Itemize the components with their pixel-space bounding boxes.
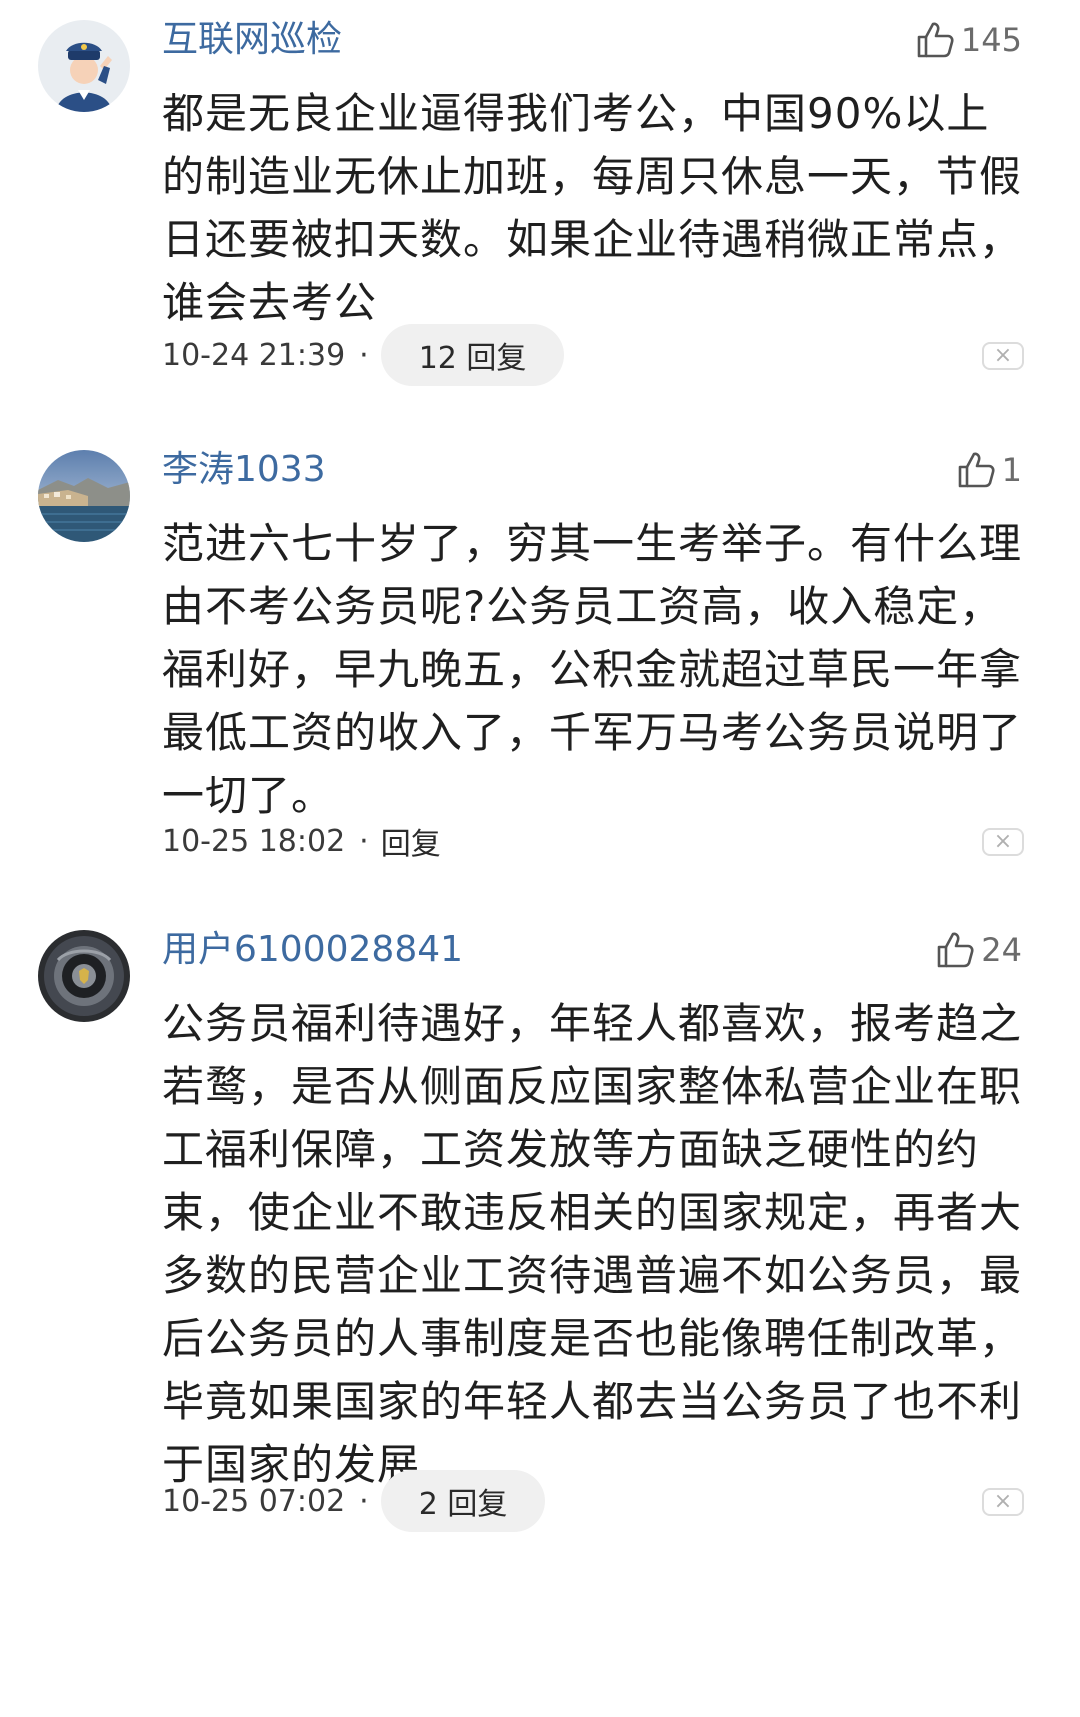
thumbs-up-icon — [937, 932, 974, 968]
timestamp: 10-25 07:02 — [162, 1483, 346, 1519]
comment-meta: 10-24 21:39 · 12 回复 — [162, 324, 565, 386]
close-icon[interactable]: × — [982, 1488, 1024, 1516]
coastal-landscape-avatar[interactable] — [38, 450, 130, 542]
timestamp: 10-25 18:02 — [162, 823, 346, 859]
like-button[interactable]: 1 — [956, 450, 1022, 490]
like-count: 1 — [1001, 451, 1022, 489]
comment-item: 李涛1033 1 范进六七十岁了，穷其一生考举子。有什么理由不考公务员呢?公务员… — [0, 430, 1080, 910]
username[interactable]: 用户6100028841 — [162, 932, 463, 968]
thumbs-up-icon — [958, 452, 995, 488]
comment-item: 互联网巡检 145 都是无良企业逼得我们考公，中国90%以上的制造业无休止加班，… — [0, 0, 1080, 430]
like-count: 24 — [981, 931, 1022, 969]
comment-feed: 互联网巡检 145 都是无良企业逼得我们考公，中国90%以上的制造业无休止加班，… — [0, 0, 1080, 1717]
separator-dot: · — [359, 337, 369, 373]
comment-item: 用户6100028841 24 公务员福利待遇好，年轻人都喜欢，报考趋之若鹜，是… — [0, 910, 1080, 1717]
separator-dot: · — [359, 1483, 369, 1519]
username[interactable]: 李涛1033 — [162, 452, 326, 488]
like-count: 145 — [960, 21, 1022, 59]
separator-dot: · — [359, 823, 369, 859]
car-wheel-avatar[interactable] — [38, 930, 130, 1022]
close-icon[interactable]: × — [982, 828, 1024, 856]
like-button[interactable]: 24 — [935, 930, 1022, 970]
username[interactable]: 互联网巡检 — [162, 22, 342, 58]
comment-text: 公务员福利待遇好，年轻人都喜欢，报考趋之若鹜，是否从侧面反应国家整体私营企业在职… — [162, 999, 1023, 1489]
comment-text: 范进六七十岁了，穷其一生考举子。有什么理由不考公务员呢?公务员工资高，收入稳定，… — [162, 519, 1023, 820]
close-icon[interactable]: × — [982, 342, 1024, 370]
thumbs-up-icon — [917, 22, 954, 58]
comment-meta: 10-25 07:02 · 2 回复 — [162, 1470, 546, 1532]
police-officer-avatar[interactable] — [38, 20, 130, 112]
like-button[interactable]: 145 — [915, 20, 1022, 60]
reply-button[interactable]: 2 回复 — [380, 1470, 546, 1532]
reply-button[interactable]: 回复 — [381, 819, 441, 863]
reply-button[interactable]: 12 回复 — [380, 324, 565, 386]
comment-meta: 10-25 18:02 · 回复 — [162, 810, 441, 872]
comment-text: 都是无良企业逼得我们考公，中国90%以上的制造业无休止加班，每周只休息一天，节假… — [162, 89, 1023, 327]
timestamp: 10-24 21:39 — [162, 337, 346, 373]
